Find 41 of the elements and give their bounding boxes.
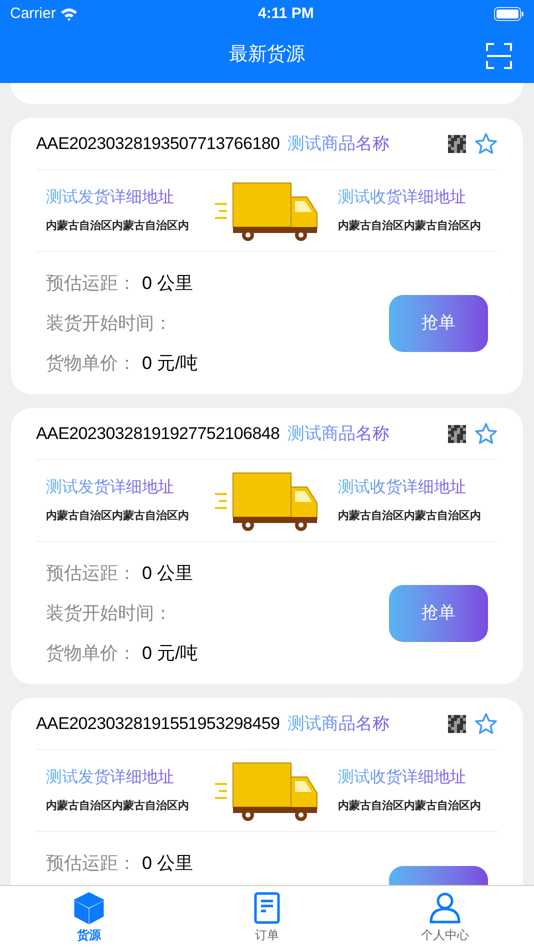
qr-code-icon[interactable] bbox=[448, 714, 466, 732]
field-value: 0 元/吨 bbox=[142, 352, 198, 374]
order-number: AAE20230328191551953298459 bbox=[36, 712, 280, 735]
page-title: 最新货源 bbox=[229, 43, 305, 68]
field-label: 预估运距： bbox=[46, 272, 136, 294]
field-label: 装货开始时间： bbox=[46, 312, 172, 334]
receiver-address: 内蒙古自治区内蒙古自治区内 bbox=[338, 218, 482, 234]
order-number: AAE20230328193507713766180 bbox=[36, 132, 280, 155]
field-label: 货物单价： bbox=[46, 352, 136, 374]
star-icon[interactable] bbox=[474, 422, 498, 446]
scan-icon[interactable] bbox=[486, 42, 512, 68]
field-label: 预估运距： bbox=[46, 852, 136, 874]
star-icon[interactable] bbox=[474, 132, 498, 156]
tab-bar-item[interactable]: 货源 bbox=[39, 892, 139, 944]
qr-code-icon[interactable] bbox=[448, 134, 466, 152]
order-number: AAE20230328191927752106848 bbox=[36, 422, 280, 445]
status-time: 4:11 PM bbox=[258, 4, 314, 24]
field-value: 0 公里 bbox=[142, 272, 194, 294]
wifi-icon bbox=[60, 7, 78, 21]
field-value: 0 公里 bbox=[142, 562, 194, 584]
cube-icon bbox=[74, 892, 104, 924]
person-icon bbox=[429, 892, 461, 924]
field-label: 预估运距： bbox=[46, 562, 136, 584]
tab-bar-item[interactable]: 个人中心 bbox=[395, 892, 495, 944]
field-value: 0 元/吨 bbox=[142, 642, 198, 664]
sender-address: 内蒙古自治区内蒙古自治区内 bbox=[46, 798, 190, 814]
battery-icon bbox=[494, 7, 524, 21]
field-label: 货物单价： bbox=[46, 642, 136, 664]
document-icon bbox=[254, 892, 280, 924]
carrier-label: Carrier bbox=[10, 4, 56, 24]
sender-address: 内蒙古自治区内蒙古自治区内 bbox=[46, 218, 190, 234]
sender-address: 内蒙古自治区内蒙古自治区内 bbox=[46, 508, 190, 524]
star-icon[interactable] bbox=[474, 712, 498, 736]
tab-bar-item[interactable]: 订单 bbox=[217, 892, 317, 944]
grab-order-button[interactable]: 抢单 bbox=[389, 294, 488, 352]
field-label: 装货开始时间： bbox=[46, 602, 172, 624]
field-value: 0 公里 bbox=[142, 852, 194, 874]
grab-order-button[interactable]: 抢单 bbox=[389, 584, 488, 642]
receiver-address: 内蒙古自治区内蒙古自治区内 bbox=[338, 508, 482, 524]
receiver-address: 内蒙古自治区内蒙古自治区内 bbox=[338, 798, 482, 814]
qr-code-icon[interactable] bbox=[448, 424, 466, 442]
